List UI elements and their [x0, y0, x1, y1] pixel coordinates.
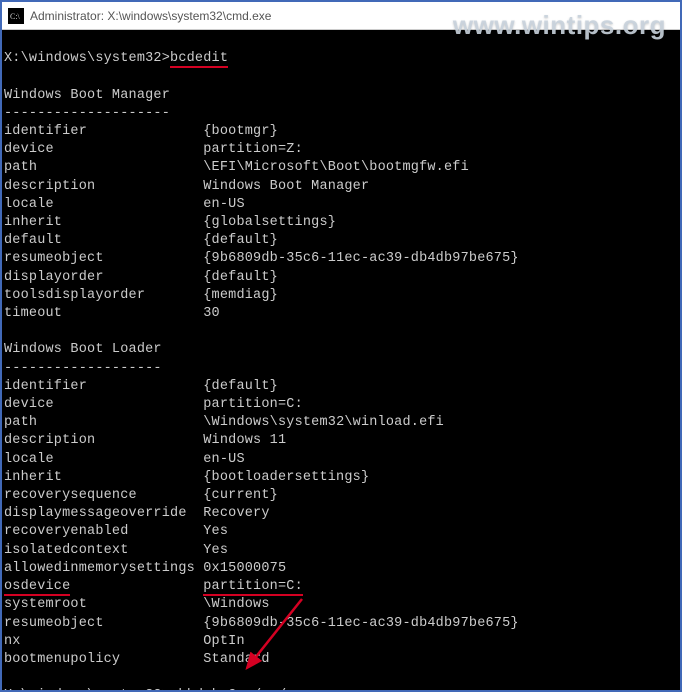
kv-val: {current} — [203, 488, 278, 503]
kv-val: Standard — [203, 652, 269, 667]
kv-row: displayorder {default} — [4, 270, 278, 285]
kv-row: bootmenupolicy Standard — [4, 652, 270, 667]
kv-key: toolsdisplayorder — [4, 288, 145, 303]
kv-key: locale — [4, 197, 54, 212]
section-divider: -------------------- — [4, 106, 170, 121]
kv-val: {default} — [203, 270, 278, 285]
kv-key: identifier — [4, 379, 87, 394]
kv-key: recoverysequence — [4, 488, 137, 503]
kv-val: {9b6809db-35c6-11ec-ac39-db4db97be675} — [203, 616, 518, 631]
kv-row: resumeobject {9b6809db-35c6-11ec-ac39-db… — [4, 251, 519, 266]
kv-val: 30 — [203, 306, 220, 321]
kv-key: device — [4, 142, 54, 157]
prompt-line: X:\windows\system32>chkdsk C: /r /x — [4, 688, 295, 690]
kv-row: systemroot \Windows — [4, 597, 270, 612]
kv-row: inherit {globalsettings} — [4, 215, 336, 230]
kv-row: description Windows 11 — [4, 433, 286, 448]
kv-row: displaymessageoverride Recovery — [4, 506, 270, 521]
kv-row: identifier {bootmgr} — [4, 124, 278, 139]
kv-val: en-US — [203, 452, 245, 467]
kv-key: nx — [4, 634, 21, 649]
kv-key: displaymessageoverride — [4, 506, 187, 521]
svg-text:C:\: C:\ — [10, 12, 21, 21]
kv-key: inherit — [4, 215, 62, 230]
kv-val: 0x15000075 — [203, 561, 286, 576]
kv-val: Yes — [203, 543, 228, 558]
kv-row: recoverysequence {current} — [4, 488, 278, 503]
kv-row: identifier {default} — [4, 379, 278, 394]
kv-key: osdevice — [4, 579, 70, 596]
section-header: Windows Boot Manager — [4, 88, 170, 103]
kv-key: identifier — [4, 124, 87, 139]
kv-key: description — [4, 179, 95, 194]
kv-row: inherit {bootloadersettings} — [4, 470, 369, 485]
kv-key: default — [4, 233, 62, 248]
kv-val: {9b6809db-35c6-11ec-ac39-db4db97be675} — [203, 251, 518, 266]
kv-val: partition=C: — [203, 397, 303, 412]
kv-key: path — [4, 160, 37, 175]
kv-row: default {default} — [4, 233, 278, 248]
kv-row: toolsdisplayorder {memdiag} — [4, 288, 278, 303]
kv-row: allowedinmemorysettings 0x15000075 — [4, 561, 286, 576]
section-divider: ------------------- — [4, 361, 162, 376]
window-title: Administrator: X:\windows\system32\cmd.e… — [30, 9, 271, 23]
kv-row: locale en-US — [4, 452, 245, 467]
kv-row: timeout 30 — [4, 306, 220, 321]
kv-row: path \Windows\system32\winload.efi — [4, 415, 444, 430]
kv-val: \Windows — [203, 597, 269, 612]
kv-key: description — [4, 433, 95, 448]
kv-val: Yes — [203, 524, 228, 539]
prompt-line: X:\windows\system32>bcdedit — [4, 51, 228, 68]
watermark-text: www.wintips.org — [453, 10, 666, 41]
kv-key: path — [4, 415, 37, 430]
kv-row: nx OptIn — [4, 634, 245, 649]
kv-row: locale en-US — [4, 197, 245, 212]
kv-row: isolatedcontext Yes — [4, 543, 228, 558]
kv-key: bootmenupolicy — [4, 652, 120, 667]
kv-val: OptIn — [203, 634, 245, 649]
kv-key: locale — [4, 452, 54, 467]
command-chkdsk: chkdsk C: /r /x — [170, 688, 295, 690]
kv-key: isolatedcontext — [4, 543, 129, 558]
kv-val: partition=C: — [203, 579, 303, 596]
kv-row: path \EFI\Microsoft\Boot\bootmgfw.efi — [4, 160, 469, 175]
kv-val: partition=Z: — [203, 142, 303, 157]
command-bcdedit: bcdedit — [170, 51, 228, 68]
kv-key: allowedinmemorysettings — [4, 561, 195, 576]
kv-key: resumeobject — [4, 616, 104, 631]
kv-val: \EFI\Microsoft\Boot\bootmgfw.efi — [203, 160, 469, 175]
kv-key: inherit — [4, 470, 62, 485]
kv-val: {default} — [203, 379, 278, 394]
kv-row: resumeobject {9b6809db-35c6-11ec-ac39-db… — [4, 616, 519, 631]
kv-row: recoveryenabled Yes — [4, 524, 228, 539]
kv-key: timeout — [4, 306, 62, 321]
kv-key: displayorder — [4, 270, 104, 285]
kv-val: Windows Boot Manager — [203, 179, 369, 194]
section-header: Windows Boot Loader — [4, 342, 162, 357]
kv-key: resumeobject — [4, 251, 104, 266]
kv-val: Windows 11 — [203, 433, 286, 448]
kv-key: recoveryenabled — [4, 524, 129, 539]
prompt-path: X:\windows\system32> — [4, 51, 170, 66]
prompt-path: X:\windows\system32> — [4, 688, 170, 690]
cmd-icon: C:\ — [8, 8, 24, 24]
kv-val: {bootmgr} — [203, 124, 278, 139]
kv-key: systemroot — [4, 597, 87, 612]
kv-row: device partition=Z: — [4, 142, 303, 157]
terminal-output[interactable]: X:\windows\system32>bcdedit Windows Boot… — [2, 30, 680, 690]
kv-key: device — [4, 397, 54, 412]
kv-val: Recovery — [203, 506, 269, 521]
kv-row: device partition=C: — [4, 397, 303, 412]
kv-val: {memdiag} — [203, 288, 278, 303]
kv-row: description Windows Boot Manager — [4, 179, 369, 194]
kv-val: {default} — [203, 233, 278, 248]
kv-val: en-US — [203, 197, 245, 212]
kv-val: {globalsettings} — [203, 215, 336, 230]
kv-row: osdevice partition=C: — [4, 579, 303, 596]
kv-val: {bootloadersettings} — [203, 470, 369, 485]
kv-val: \Windows\system32\winload.efi — [203, 415, 444, 430]
